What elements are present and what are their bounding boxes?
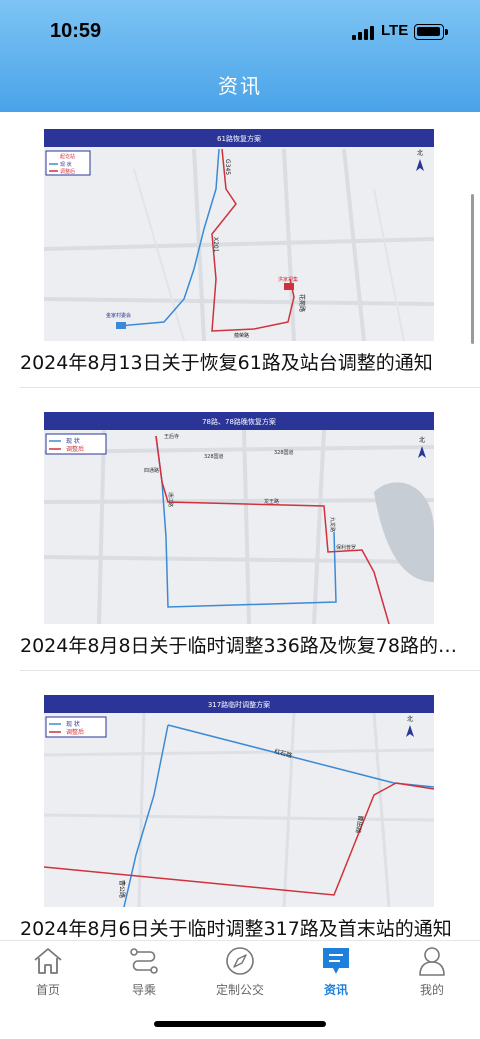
road-328-east: 328国道 [274, 449, 294, 456]
home-indicator[interactable] [154, 1021, 326, 1027]
thumb-title: 78路、78路晚恢复方案 [202, 417, 276, 426]
news-title[interactable]: 2024年8月13日关于恢复61路及站台调整的通知 [20, 348, 460, 375]
road-sitong: 四通路 [144, 467, 159, 474]
news-thumbnail[interactable]: 78路、78路晚恢复方案 现 状 调整后 王后寺 328国道 328国道 四通路… [44, 412, 434, 624]
page-title: 资讯 [218, 74, 262, 98]
road-jiulong: 九龙路 [329, 517, 336, 532]
legend-adjusted: 调整后 [66, 728, 84, 736]
status-bar: 10:59 LTE [0, 0, 480, 62]
legend-current: 现 状 [60, 161, 72, 168]
route-icon [130, 948, 158, 974]
road-huayuan: 花苑路 [298, 294, 306, 312]
legend-start: 起讫站 [60, 153, 75, 160]
tab-label: 我的 [419, 983, 444, 997]
north-label: 北 [407, 715, 413, 723]
header: 10:59 LTE 资讯 [0, 0, 480, 112]
tab-label: 定制公交 [215, 983, 264, 997]
news-title[interactable]: 2024年8月8日关于临时调整336路及恢复78路的通知 [20, 631, 460, 658]
tab-news[interactable]: 资讯 [288, 941, 384, 1003]
status-time: 10:59 [50, 20, 102, 42]
thumb-title: 61路恢复方案 [217, 134, 261, 143]
tab-home[interactable]: 首页 [0, 941, 96, 1003]
signal-icon [352, 26, 376, 40]
road-caogong: 曹公路 [118, 880, 126, 898]
app-screen: 10:59 LTE 资讯 61路恢复方案 起讫站 现 状 调整后 G345 X2… [0, 0, 480, 1039]
stop-poly: 保利普罗 [336, 544, 356, 551]
road-tongjiang: 通江路 [167, 492, 174, 507]
person-icon [419, 947, 445, 976]
route-map-78: 78路、78路晚恢复方案 现 状 调整后 王后寺 328国道 328国道 四通路… [44, 412, 434, 624]
route-map-317: 317路临时调整方案 现 状 调整后 红石路 曹田路 曹公路 北 [44, 695, 434, 907]
compass-icon [226, 947, 254, 975]
place-wanghousi: 王后寺 [164, 433, 179, 440]
news-item[interactable]: 317路临时调整方案 现 状 调整后 红石路 曹田路 曹公路 北 2024年8月… [0, 678, 480, 940]
divider [20, 387, 480, 388]
route-map-61: 61路恢复方案 起讫站 现 状 调整后 G345 X201 花苑路 洪家坝集 金… [44, 129, 434, 341]
road-longwang: 龙王路 [264, 498, 279, 505]
divider [20, 670, 480, 671]
tab-label: 资讯 [323, 983, 348, 997]
road-yunrong: 蕴荣路 [234, 332, 249, 339]
news-thumbnail[interactable]: 317路临时调整方案 现 状 调整后 红石路 曹田路 曹公路 北 [44, 695, 434, 907]
north-label: 北 [417, 149, 423, 157]
road-g345: G345 [224, 159, 231, 175]
network-type: LTE [381, 22, 409, 39]
road-328-west: 328国道 [204, 453, 224, 460]
tab-guide[interactable]: 导乘 [96, 941, 192, 1003]
scrollbar[interactable] [471, 194, 474, 344]
legend-adjusted: 调整后 [66, 445, 84, 453]
news-item[interactable]: 78路、78路晚恢复方案 现 状 调整后 王后寺 328国道 328国道 四通路… [0, 395, 480, 671]
north-label: 北 [419, 436, 425, 444]
tab-label: 首页 [35, 983, 60, 997]
news-feed[interactable]: 61路恢复方案 起讫站 现 状 调整后 G345 X201 花苑路 洪家坝集 金… [0, 112, 480, 940]
tab-mine[interactable]: 我的 [384, 941, 480, 1003]
battery-icon [414, 24, 448, 40]
legend-adjusted: 调整后 [60, 168, 75, 175]
news-item[interactable]: 61路恢复方案 起讫站 现 状 调整后 G345 X201 花苑路 洪家坝集 金… [0, 112, 480, 388]
stop-hongjia: 洪家坝集 [278, 276, 298, 283]
legend-current: 现 状 [66, 437, 80, 445]
tab-custom-bus[interactable]: 定制公交 [192, 941, 288, 1003]
news-title[interactable]: 2024年8月6日关于临时调整317路及首末站的通知 [20, 914, 460, 940]
home-icon [34, 948, 62, 974]
news-chat-icon [323, 948, 349, 974]
thumb-title: 317路临时调整方案 [208, 700, 270, 709]
legend-current: 现 状 [66, 720, 80, 728]
road-x201: X201 [212, 237, 219, 253]
news-thumbnail[interactable]: 61路恢复方案 起讫站 现 状 调整后 G345 X201 花苑路 洪家坝集 金… [44, 129, 434, 341]
tab-label: 导乘 [131, 983, 156, 997]
stop-jinjia: 金家村委会 [106, 312, 131, 319]
